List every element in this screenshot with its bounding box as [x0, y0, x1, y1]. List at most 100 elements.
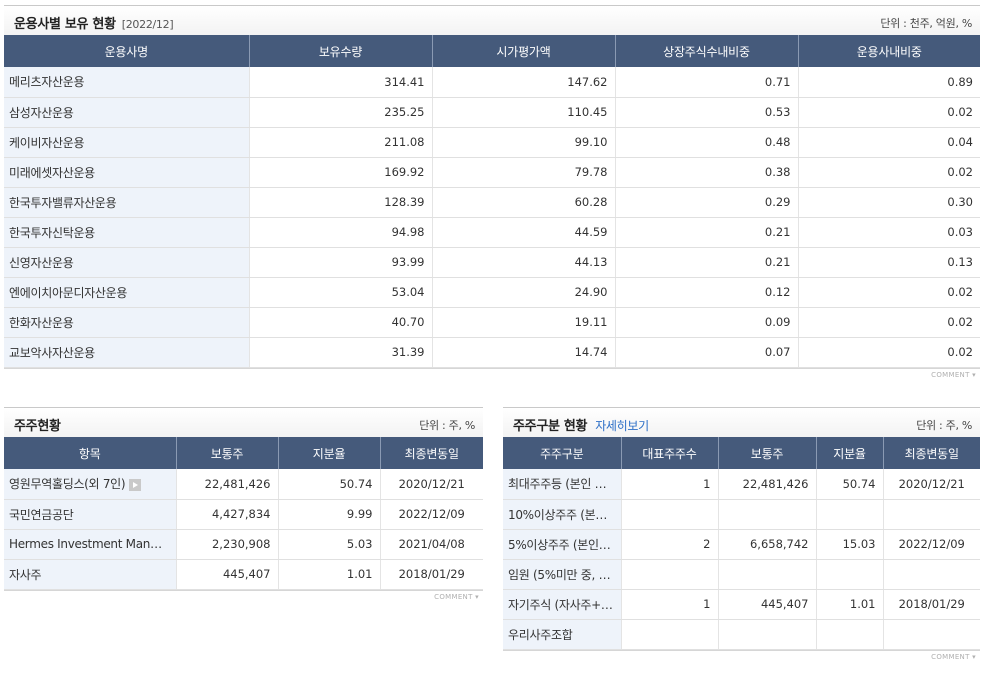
- col-rep-count: 대표주주수: [621, 437, 719, 469]
- fund-row-value: 0.21: [764, 225, 791, 239]
- category-row-value: 22,481,426: [742, 476, 809, 491]
- fund-row-cell-4: 0.89: [798, 67, 980, 98]
- fund-row-cell-4: 0.03: [798, 217, 980, 248]
- fund-row-cell-0: 미래에셋자산운용: [4, 157, 250, 188]
- shareholder-table: 항목 보통주 지분율 최종변동일 영원무역홀딩스(외 7인) 22,481,426…: [4, 437, 483, 590]
- shareholder-row-value: 50.74: [339, 476, 373, 491]
- category-row-cell-4: [883, 499, 980, 530]
- fund-row-cell-1: 31.39: [249, 337, 433, 368]
- category-row-cell-4: 2022/12/09: [883, 529, 980, 560]
- fund-comment-button[interactable]: COMMENT ▾: [931, 371, 976, 379]
- fund-row-cell-1: 169.92: [249, 157, 433, 188]
- fund-row-cell-3: 0.09: [615, 307, 799, 338]
- fund-row-cell-2: 79.78: [432, 157, 616, 188]
- fund-row-value: 0.02: [947, 105, 973, 119]
- category-row-value: 1: [703, 476, 711, 491]
- fund-row-cell-2: 60.28: [432, 187, 616, 218]
- category-title-text: 주주구분 현황: [513, 419, 588, 434]
- category-comment-label: COMMENT: [931, 652, 970, 661]
- shareholder-header-row: 항목 보통주 지분율 최종변동일: [4, 437, 483, 469]
- fund-row-value: 0.53: [764, 105, 791, 119]
- col-holding-qty: 보유수량: [249, 35, 433, 67]
- shareholder-row-value: 자사주: [9, 567, 42, 582]
- fund-row-value: 0.38: [764, 165, 791, 179]
- fund-comment-label: COMMENT: [931, 370, 970, 379]
- fund-row-value: 0.29: [764, 195, 791, 209]
- fund-row-value: 110.45: [567, 105, 608, 119]
- shareholder-row-cell-3: 2021/04/08: [380, 529, 483, 560]
- fund-row-cell-2: 19.11: [432, 307, 616, 338]
- shareholder-row-cell-2: 1.01: [278, 559, 381, 590]
- shareholder-row-value: 22,481,426: [204, 476, 271, 491]
- shareholder-row: Hermes Investment Management 2,230,908 5.0…: [4, 529, 483, 560]
- fund-row-cell-4: 0.02: [798, 337, 980, 368]
- category-row-value: 2: [703, 537, 711, 551]
- category-row-value: 자기주식 (자사주+자사주신탁): [508, 597, 620, 612]
- fund-row-cell-4: 0.02: [798, 97, 980, 128]
- category-row-cell-3: 15.03: [816, 529, 884, 560]
- fund-row-value: 0.89: [947, 74, 973, 89]
- fund-row-cell-2: 14.74: [432, 337, 616, 368]
- shareholder-row: 국민연금공단 4,427,834 9.99 2022/12/09: [4, 499, 483, 530]
- fund-row-value: 0.30: [947, 195, 973, 209]
- fund-row-cell-3: 0.71: [615, 67, 799, 98]
- category-comment-button[interactable]: COMMENT ▾: [931, 653, 976, 661]
- category-row-cell-1: [621, 619, 719, 650]
- category-row-cell-0: 5%이상주주 (본인 제외): [503, 529, 622, 560]
- shareholder-row-cell-0: 국민연금공단: [4, 499, 177, 530]
- fund-holdings-period: [2022/12]: [121, 18, 174, 31]
- category-title: 주주구분 현황 자세히보기: [513, 415, 649, 434]
- shareholder-comment-button[interactable]: COMMENT ▾: [434, 593, 479, 601]
- category-row-cell-0: 자기주식 (자사주+자사주신탁): [503, 589, 622, 620]
- fund-row-cell-0: 신영자산운용: [4, 247, 250, 278]
- shareholder-header: 주주현황 단위 : 주, %: [4, 407, 483, 437]
- fund-row-cell-4: 0.02: [798, 277, 980, 308]
- fund-row-value: 0.04: [947, 135, 973, 149]
- detail-view-link[interactable]: 자세히보기: [595, 419, 649, 433]
- category-row-value: 2020/12/21: [898, 476, 965, 491]
- fund-row-value: 0.12: [764, 285, 791, 299]
- fund-row-cell-3: 0.48: [615, 127, 799, 158]
- fund-row-cell-4: 0.02: [798, 157, 980, 188]
- category-row-value: 임원 (5%미만 중, 임원인 자): [508, 567, 621, 582]
- fund-row: 한국투자신탁운용 94.98 44.59 0.21 0.03: [4, 217, 980, 248]
- category-row-value: 2022/12/09: [898, 537, 965, 551]
- category-panel: 주주구분 현황 자세히보기 단위 : 주, % 주주구분 대표주주수 보통주 지분…: [503, 407, 980, 664]
- category-row-value: 1: [703, 597, 711, 611]
- fund-row: 교보악사자산운용 31.39 14.74 0.07 0.02: [4, 337, 980, 368]
- fund-row-value: 0.02: [947, 345, 973, 359]
- fund-row-value: 19.11: [574, 315, 608, 329]
- fund-row-cell-0: 메리츠자산운용: [4, 67, 250, 98]
- fund-row: 신영자산운용 93.99 44.13 0.21 0.13: [4, 247, 980, 278]
- category-table: 주주구분 대표주주수 보통주 지분율 최종변동일 최대주주등 (본인 포함) 1 2…: [503, 437, 980, 650]
- fund-row-cell-3: 0.21: [615, 217, 799, 248]
- expand-arrow-icon[interactable]: [129, 478, 142, 491]
- col-cat-common-stock: 보통주: [718, 437, 817, 469]
- category-header: 주주구분 현황 자세히보기 단위 : 주, %: [503, 407, 980, 437]
- fund-row-cell-0: 삼성자산운용: [4, 97, 250, 128]
- fund-row-value: 삼성자산운용: [9, 105, 74, 120]
- category-row: 5%이상주주 (본인 제외) 2 6,658,742 15.03 2022/12/09: [503, 529, 980, 560]
- category-row-cell-0: 최대주주등 (본인 포함): [503, 469, 622, 500]
- fund-row-value: 케이비자산운용: [9, 135, 85, 150]
- category-row-cell-4: [883, 619, 980, 650]
- shareholder-row-cell-2: 5.03: [278, 529, 381, 560]
- fund-row-value: 신영자산운용: [9, 255, 74, 270]
- shareholder-row-cell-3: 2020/12/21: [380, 469, 483, 500]
- fund-row-cell-2: 44.59: [432, 217, 616, 248]
- fund-row-value: 0.13: [947, 255, 973, 269]
- shareholder-row: 자사주 445,407 1.01 2018/01/29: [4, 559, 483, 590]
- shareholder-footer: COMMENT ▾: [4, 589, 483, 604]
- shareholder-row-cell-1: 445,407: [176, 559, 279, 590]
- fund-row-value: 31.39: [391, 345, 425, 359]
- category-row: 임원 (5%미만 중, 임원인 자): [503, 559, 980, 590]
- fund-row-cell-1: 314.41: [249, 67, 433, 98]
- category-row: 10%이상주주 (본인 제외): [503, 499, 980, 530]
- fund-row-cell-4: 0.02: [798, 307, 980, 338]
- fund-row-cell-0: 한국투자밸류자산운용: [4, 187, 250, 218]
- col-last-change: 최종변동일: [380, 437, 483, 469]
- category-row-cell-1: [621, 559, 719, 590]
- category-row-cell-2: 445,407: [718, 589, 817, 620]
- fund-row-value: 0.02: [947, 315, 973, 329]
- shareholder-row-value: 2018/01/29: [398, 567, 465, 581]
